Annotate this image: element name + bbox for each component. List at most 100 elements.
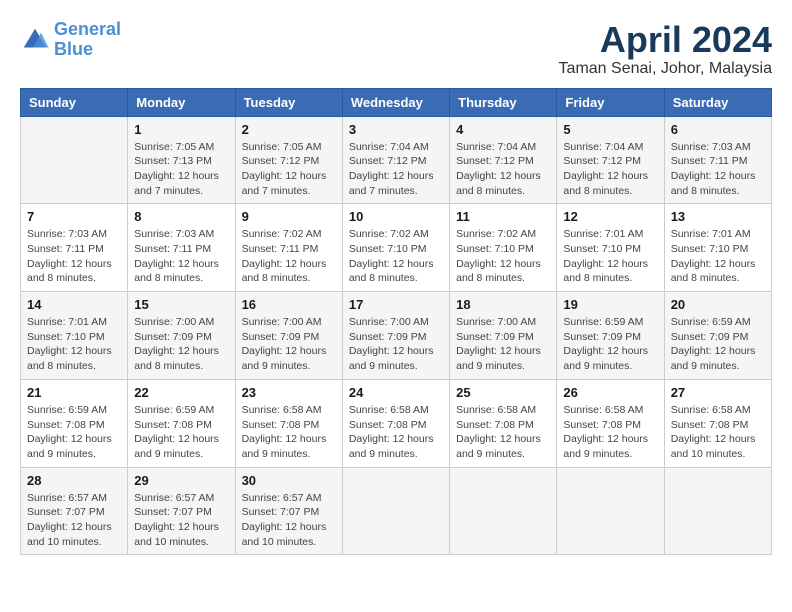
cell-week1-day5: 5 Sunrise: 7:04 AM Sunset: 7:12 PM Daylig…: [557, 116, 664, 204]
cell-week2-day0: 7 Sunrise: 7:03 AM Sunset: 7:11 PM Daylig…: [21, 204, 128, 292]
cell-week3-day6: 20Sunrise: 6:59 AM Sunset: 7:09 PM Dayli…: [664, 292, 771, 380]
header-wednesday: Wednesday: [342, 88, 449, 116]
day-info: Sunrise: 7:05 AM Sunset: 7:13 PM Dayligh…: [134, 140, 228, 199]
header-saturday: Saturday: [664, 88, 771, 116]
day-info: Sunrise: 6:59 AM Sunset: 7:09 PM Dayligh…: [671, 315, 765, 374]
calendar-table: Sunday Monday Tuesday Wednesday Thursday…: [20, 88, 772, 556]
header-sunday: Sunday: [21, 88, 128, 116]
day-info: Sunrise: 6:58 AM Sunset: 7:08 PM Dayligh…: [671, 403, 765, 462]
day-number: 6: [671, 122, 765, 137]
day-info: Sunrise: 7:03 AM Sunset: 7:11 PM Dayligh…: [134, 227, 228, 286]
cell-week1-day1: 1 Sunrise: 7:05 AM Sunset: 7:13 PM Daylig…: [128, 116, 235, 204]
week-row-4: 21 Sunrise: 6:59 AM Sunset: 7:08 PM Dayli…: [21, 379, 772, 467]
cell-week2-day2: 9 Sunrise: 7:02 AM Sunset: 7:11 PM Daylig…: [235, 204, 342, 292]
cell-week3-day4: 18Sunrise: 7:00 AM Sunset: 7:09 PM Dayli…: [450, 292, 557, 380]
page-header: General Blue April 2024 Taman Senai, Joh…: [20, 20, 772, 78]
logo-icon: [20, 25, 50, 55]
cell-week5-day2: 30 Sunrise: 6:57 AM Sunset: 7:07 PM Dayli…: [235, 467, 342, 555]
day-number: 3: [349, 122, 443, 137]
day-info: Sunrise: 6:58 AM Sunset: 7:08 PM Dayligh…: [563, 403, 657, 462]
cell-week3-day1: 15Sunrise: 7:00 AM Sunset: 7:09 PM Dayli…: [128, 292, 235, 380]
cell-week2-day4: 11 Sunrise: 7:02 AM Sunset: 7:10 PM Dayli…: [450, 204, 557, 292]
day-info: Sunrise: 6:57 AM Sunset: 7:07 PM Dayligh…: [27, 491, 121, 550]
day-number: 26: [563, 385, 657, 400]
day-number: 24: [349, 385, 443, 400]
logo: General Blue: [20, 20, 121, 60]
cell-week3-day0: 14 Sunrise: 7:01 AM Sunset: 7:10 PM Dayli…: [21, 292, 128, 380]
cell-week4-day4: 25Sunrise: 6:58 AM Sunset: 7:08 PM Dayli…: [450, 379, 557, 467]
cell-week2-day5: 12Sunrise: 7:01 AM Sunset: 7:10 PM Dayli…: [557, 204, 664, 292]
calendar-body: 1 Sunrise: 7:05 AM Sunset: 7:13 PM Daylig…: [21, 116, 772, 555]
day-info: Sunrise: 6:59 AM Sunset: 7:08 PM Dayligh…: [134, 403, 228, 462]
day-info: Sunrise: 7:03 AM Sunset: 7:11 PM Dayligh…: [27, 227, 121, 286]
main-title: April 2024: [559, 20, 772, 60]
day-info: Sunrise: 7:01 AM Sunset: 7:10 PM Dayligh…: [563, 227, 657, 286]
day-info: Sunrise: 6:58 AM Sunset: 7:08 PM Dayligh…: [456, 403, 550, 462]
week-row-1: 1 Sunrise: 7:05 AM Sunset: 7:13 PM Daylig…: [21, 116, 772, 204]
day-number: 7: [27, 209, 121, 224]
day-info: Sunrise: 7:00 AM Sunset: 7:09 PM Dayligh…: [242, 315, 336, 374]
day-info: Sunrise: 7:05 AM Sunset: 7:12 PM Dayligh…: [242, 140, 336, 199]
cell-week5-day1: 29Sunrise: 6:57 AM Sunset: 7:07 PM Dayli…: [128, 467, 235, 555]
day-number: 1: [134, 122, 228, 137]
week-row-5: 28 Sunrise: 6:57 AM Sunset: 7:07 PM Dayli…: [21, 467, 772, 555]
day-info: Sunrise: 6:59 AM Sunset: 7:08 PM Dayligh…: [27, 403, 121, 462]
header-monday: Monday: [128, 88, 235, 116]
day-number: 23: [242, 385, 336, 400]
cell-week5-day4: [450, 467, 557, 555]
day-number: 17: [349, 297, 443, 312]
day-number: 14: [27, 297, 121, 312]
day-number: 21: [27, 385, 121, 400]
day-number: 29: [134, 473, 228, 488]
header-tuesday: Tuesday: [235, 88, 342, 116]
day-number: 28: [27, 473, 121, 488]
day-number: 8: [134, 209, 228, 224]
cell-week3-day2: 16 Sunrise: 7:00 AM Sunset: 7:09 PM Dayli…: [235, 292, 342, 380]
cell-week4-day1: 22 Sunrise: 6:59 AM Sunset: 7:08 PM Dayli…: [128, 379, 235, 467]
day-number: 19: [563, 297, 657, 312]
cell-week3-day3: 17 Sunrise: 7:00 AM Sunset: 7:09 PM Dayli…: [342, 292, 449, 380]
cell-week4-day0: 21 Sunrise: 6:59 AM Sunset: 7:08 PM Dayli…: [21, 379, 128, 467]
day-number: 13: [671, 209, 765, 224]
day-number: 5: [563, 122, 657, 137]
day-info: Sunrise: 7:04 AM Sunset: 7:12 PM Dayligh…: [563, 140, 657, 199]
header-row: Sunday Monday Tuesday Wednesday Thursday…: [21, 88, 772, 116]
subtitle: Taman Senai, Johor, Malaysia: [559, 60, 772, 78]
week-row-3: 14 Sunrise: 7:01 AM Sunset: 7:10 PM Dayli…: [21, 292, 772, 380]
header-friday: Friday: [557, 88, 664, 116]
day-info: Sunrise: 6:59 AM Sunset: 7:09 PM Dayligh…: [563, 315, 657, 374]
cell-week1-day6: 6Sunrise: 7:03 AM Sunset: 7:11 PM Daylig…: [664, 116, 771, 204]
day-info: Sunrise: 6:57 AM Sunset: 7:07 PM Dayligh…: [242, 491, 336, 550]
day-number: 30: [242, 473, 336, 488]
day-number: 15: [134, 297, 228, 312]
day-number: 10: [349, 209, 443, 224]
day-number: 2: [242, 122, 336, 137]
cell-week4-day3: 24 Sunrise: 6:58 AM Sunset: 7:08 PM Dayli…: [342, 379, 449, 467]
cell-week5-day6: [664, 467, 771, 555]
day-number: 27: [671, 385, 765, 400]
day-number: 4: [456, 122, 550, 137]
logo-text: General Blue: [54, 20, 121, 60]
day-info: Sunrise: 7:00 AM Sunset: 7:09 PM Dayligh…: [349, 315, 443, 374]
day-info: Sunrise: 7:04 AM Sunset: 7:12 PM Dayligh…: [456, 140, 550, 199]
day-number: 9: [242, 209, 336, 224]
day-info: Sunrise: 7:04 AM Sunset: 7:12 PM Dayligh…: [349, 140, 443, 199]
cell-week2-day1: 8 Sunrise: 7:03 AM Sunset: 7:11 PM Daylig…: [128, 204, 235, 292]
cell-week4-day6: 27 Sunrise: 6:58 AM Sunset: 7:08 PM Dayli…: [664, 379, 771, 467]
cell-week1-day2: 2 Sunrise: 7:05 AM Sunset: 7:12 PM Daylig…: [235, 116, 342, 204]
day-info: Sunrise: 7:02 AM Sunset: 7:10 PM Dayligh…: [456, 227, 550, 286]
title-block: April 2024 Taman Senai, Johor, Malaysia: [559, 20, 772, 78]
day-number: 16: [242, 297, 336, 312]
day-info: Sunrise: 7:02 AM Sunset: 7:11 PM Dayligh…: [242, 227, 336, 286]
day-number: 11: [456, 209, 550, 224]
day-number: 18: [456, 297, 550, 312]
cell-week3-day5: 19 Sunrise: 6:59 AM Sunset: 7:09 PM Dayli…: [557, 292, 664, 380]
day-info: Sunrise: 6:58 AM Sunset: 7:08 PM Dayligh…: [349, 403, 443, 462]
day-info: Sunrise: 7:01 AM Sunset: 7:10 PM Dayligh…: [27, 315, 121, 374]
cell-week2-day6: 13Sunrise: 7:01 AM Sunset: 7:10 PM Dayli…: [664, 204, 771, 292]
cell-week1-day0: [21, 116, 128, 204]
cell-week1-day3: 3 Sunrise: 7:04 AM Sunset: 7:12 PM Daylig…: [342, 116, 449, 204]
cell-week4-day2: 23 Sunrise: 6:58 AM Sunset: 7:08 PM Dayli…: [235, 379, 342, 467]
day-info: Sunrise: 6:58 AM Sunset: 7:08 PM Dayligh…: [242, 403, 336, 462]
day-number: 22: [134, 385, 228, 400]
